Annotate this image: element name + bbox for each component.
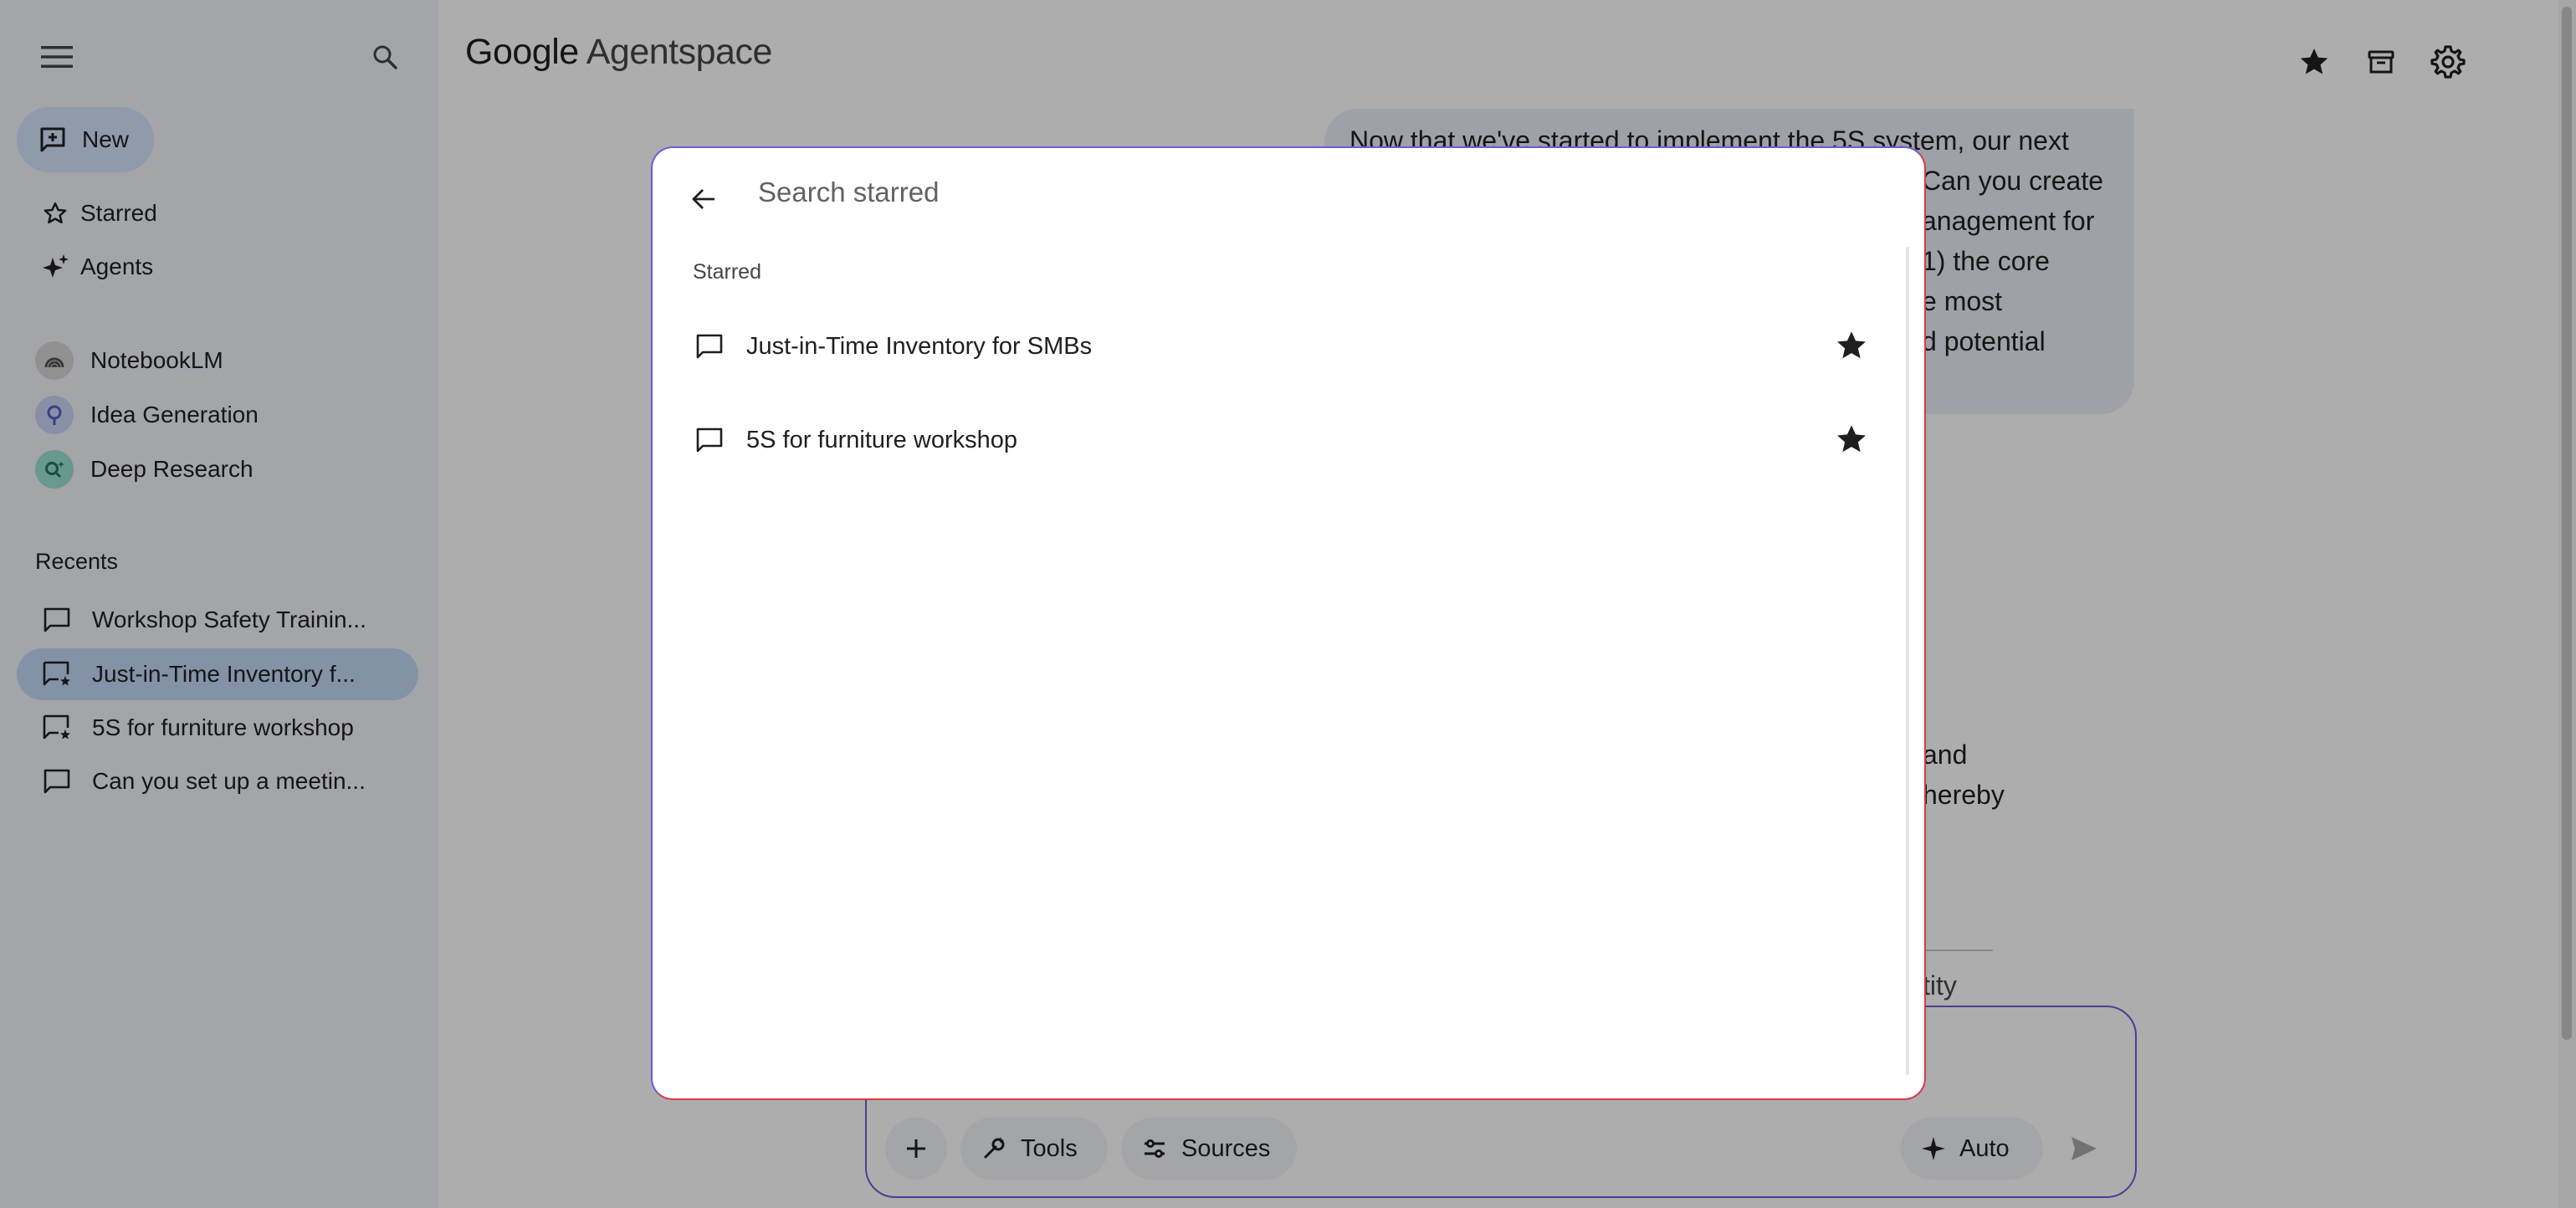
search-starred-input[interactable]: Search starred [758, 177, 939, 208]
starred-list-item[interactable]: Just-in-Time Inventory for SMBs [653, 305, 1908, 388]
starred-item-label: Just-in-Time Inventory for SMBs [746, 332, 1093, 360]
search-starred-dialog: Search starred Starred Just-in-Time Inve… [651, 146, 1926, 1100]
starred-section-label: Starred [693, 260, 761, 284]
back-arrow-icon[interactable] [684, 180, 723, 218]
starred-item-label: 5S for furniture workshop [746, 426, 1017, 453]
star-filled-icon[interactable] [1834, 328, 1869, 363]
star-filled-icon[interactable] [1834, 422, 1869, 457]
chat-icon [693, 330, 726, 363]
starred-list-item[interactable]: 5S for furniture workshop [653, 398, 1908, 482]
dialog-scrollbar[interactable] [1906, 247, 1909, 1075]
chat-icon [693, 423, 726, 457]
